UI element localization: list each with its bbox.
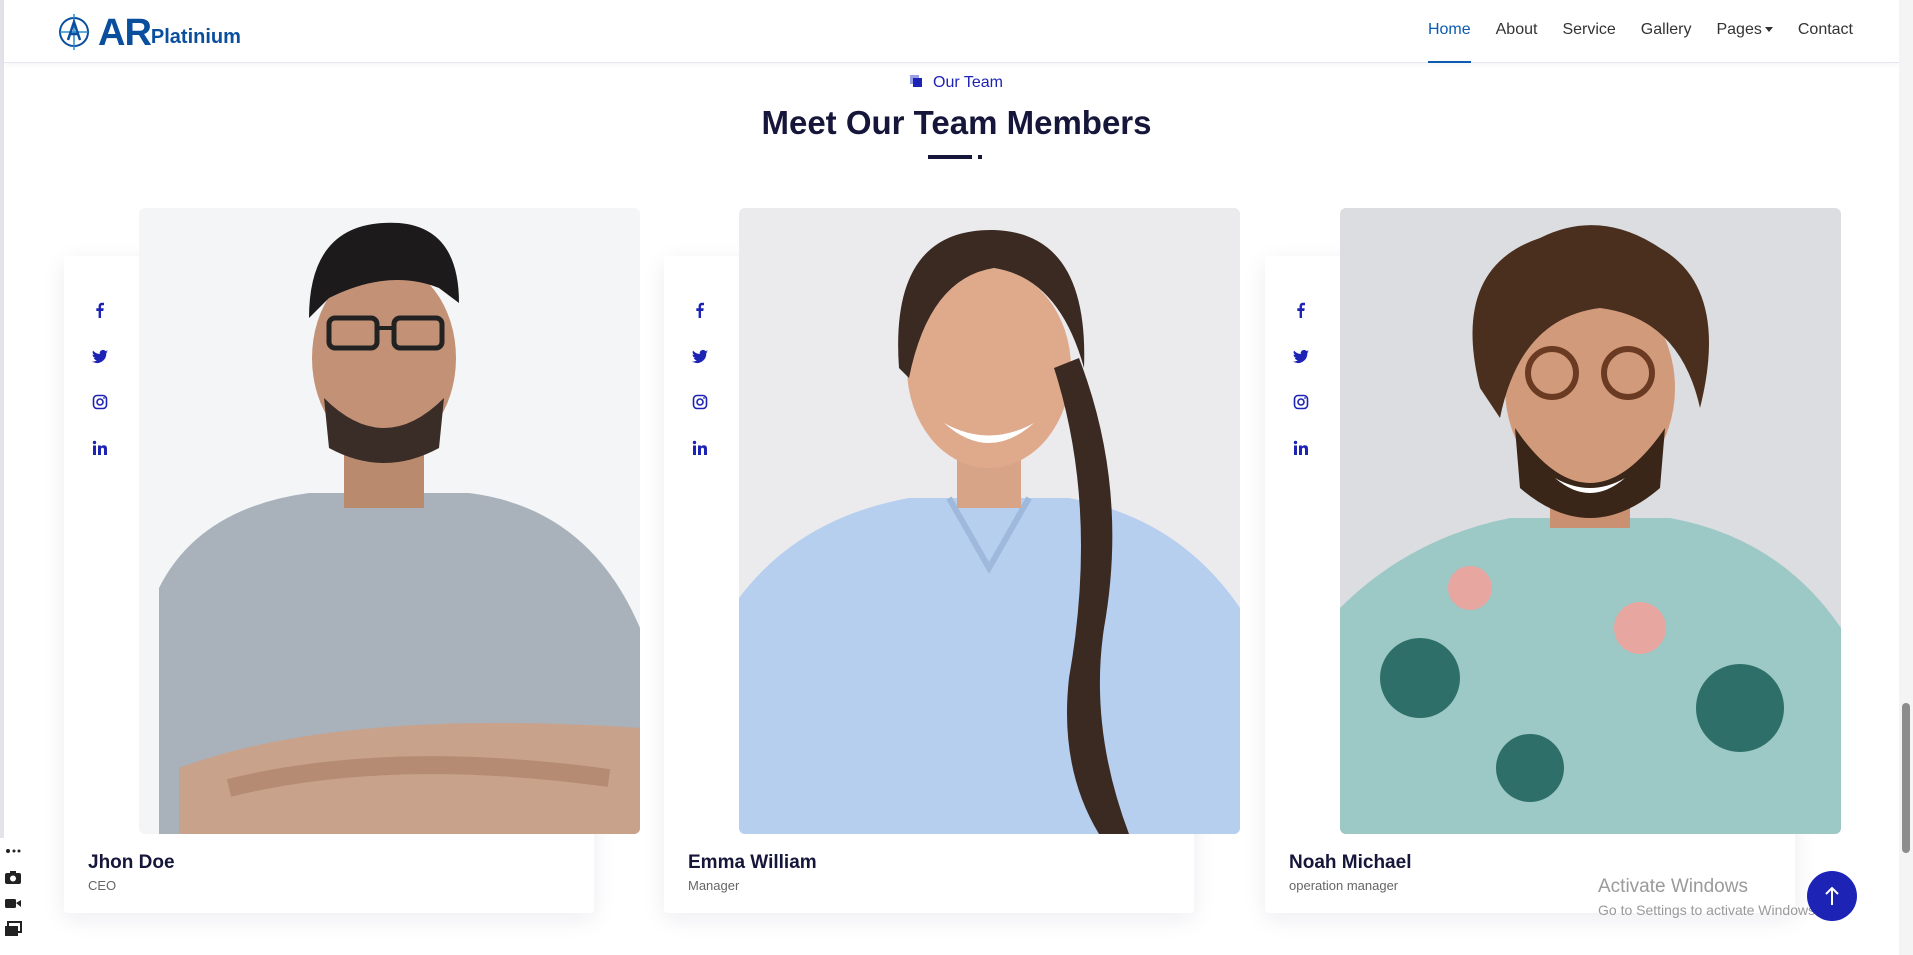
- team-member-role: CEO: [88, 878, 117, 893]
- team-member-name: Jhon Doe: [88, 852, 175, 873]
- caret-down-icon: [1764, 27, 1773, 33]
- activate-windows-watermark: Activate Windows Go to Settings to activ…: [1598, 876, 1819, 918]
- social-links: [1285, 294, 1317, 478]
- facebook-icon[interactable]: [684, 294, 716, 326]
- nav-item-home[interactable]: Home: [1427, 0, 1471, 63]
- nav-item-about[interactable]: About: [1496, 0, 1538, 63]
- team-member-role: Manager: [688, 878, 740, 893]
- video-icon[interactable]: [0, 890, 26, 916]
- facebook-icon[interactable]: [84, 294, 116, 326]
- page-left-border: [0, 0, 4, 955]
- twitter-icon[interactable]: [684, 340, 716, 372]
- nav-item-pages[interactable]: Pages: [1716, 0, 1773, 63]
- linkedin-icon[interactable]: [84, 432, 116, 464]
- team-member-name: Noah Michael: [1289, 852, 1412, 873]
- facebook-icon[interactable]: [1285, 294, 1317, 326]
- watermark-subtitle: Go to Settings to activate Windows.: [1598, 902, 1819, 918]
- instagram-icon[interactable]: [1285, 386, 1317, 418]
- team-member-role: operation manager: [1289, 878, 1399, 893]
- social-links: [684, 294, 716, 478]
- navbar: AR Platinium Home About Service Gallery …: [4, 0, 1899, 63]
- twitter-icon[interactable]: [1285, 340, 1317, 372]
- camera-icon[interactable]: [0, 864, 26, 890]
- instagram-icon[interactable]: [84, 386, 116, 418]
- team-card: Jhon Doe CEO: [64, 208, 640, 913]
- logo-mark-icon: [59, 14, 89, 50]
- page-scrollbar[interactable]: [1899, 0, 1913, 955]
- scrollbar-thumb[interactable]: [1902, 703, 1910, 853]
- title-underline: [928, 155, 982, 159]
- nav-item-service[interactable]: Service: [1562, 0, 1615, 63]
- team-card: Noah Michael operation manager: [1265, 208, 1841, 913]
- main-nav: Home About Service Gallery Pages Contact: [1403, 0, 1853, 63]
- brand-logo[interactable]: AR Platinium: [56, 8, 241, 52]
- watermark-title: Activate Windows: [1598, 876, 1748, 897]
- back-to-top-button[interactable]: [1807, 871, 1857, 921]
- settings-dots-icon[interactable]: [0, 838, 26, 864]
- brand-name-sub: Platinium: [150, 26, 241, 48]
- team-member-photo: [739, 208, 1240, 834]
- brand-name-main: AR: [98, 12, 152, 54]
- instagram-icon[interactable]: [684, 386, 716, 418]
- nav-item-pages-label: Pages: [1716, 21, 1762, 38]
- linkedin-icon[interactable]: [1285, 432, 1317, 464]
- linkedin-icon[interactable]: [684, 432, 716, 464]
- nav-item-gallery[interactable]: Gallery: [1641, 0, 1692, 63]
- social-links: [84, 294, 116, 478]
- section-kicker-text: Our Team: [933, 74, 1003, 91]
- section-title: Meet Our Team Members: [761, 104, 1152, 141]
- team-card: Emma William Manager: [664, 208, 1240, 913]
- section-kicker: Our Team: [0, 74, 1913, 92]
- nav-item-contact[interactable]: Contact: [1798, 0, 1853, 63]
- team-member-name: Emma William: [688, 852, 817, 873]
- squares-icon: [910, 75, 923, 88]
- arrow-up-icon: [1825, 886, 1839, 905]
- team-member-photo: [139, 208, 640, 834]
- team-member-photo: [1340, 208, 1841, 834]
- floating-tools: [0, 838, 26, 955]
- windows-icon[interactable]: [0, 916, 26, 942]
- twitter-icon[interactable]: [84, 340, 116, 372]
